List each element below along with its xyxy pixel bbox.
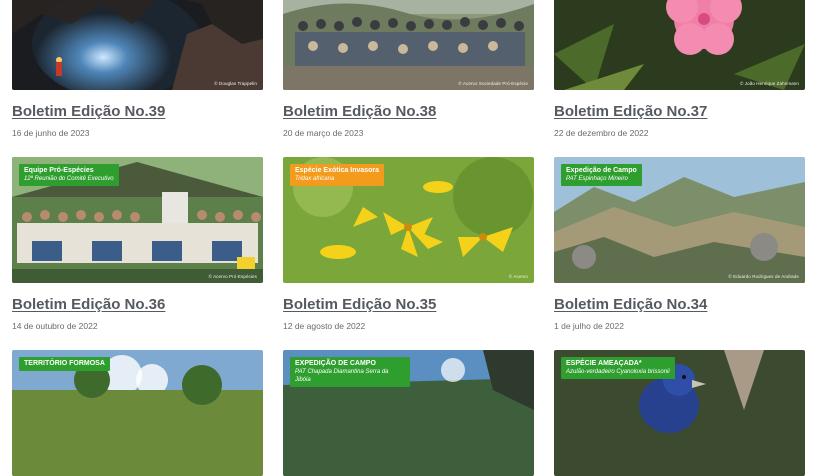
post-thumbnail-territory[interactable]: TERRITÓRIO FORMOSA <box>12 350 263 476</box>
image-badge: Espécie Exótica Invasora Tridax africana <box>290 164 385 186</box>
post-thumbnail-blue-bird[interactable]: ESPÉCIE AMEAÇADA* Azulão-verdadeiro Cyan… <box>554 350 805 476</box>
post-thumbnail-mountain-landscape[interactable]: Expedição de Campo PAT Espinhaço Mineiro… <box>554 157 805 283</box>
post-title[interactable]: Boletim Edição No.38 <box>283 103 436 120</box>
image-badge-subtitle: Azulão-verdadeiro Cyanoloxia brissonii <box>566 369 670 375</box>
post-date: 1 de julho de 2022 <box>554 321 624 331</box>
post-title[interactable]: Boletim Edição No.37 <box>554 103 707 120</box>
post-thumbnail-team-photo[interactable]: Equipe Pró-Espécies 12ª Reunião do Comit… <box>12 157 263 283</box>
image-credit: © Acervo <box>508 274 528 279</box>
post-date: 22 de dezembro de 2022 <box>554 128 649 138</box>
post-thumbnail-pink-flower[interactable]: © João Henrique Zahnmann <box>554 0 805 90</box>
image-badge-title: ESPÉCIE AMEAÇADA* <box>566 360 642 367</box>
post-title[interactable]: Boletim Edição No.36 <box>12 296 165 313</box>
post-thumbnail-field-expedition[interactable]: EXPEDIÇÃO DE CAMPO PAT Chapada Diamantin… <box>283 350 534 476</box>
image-badge: Equipe Pró-Espécies 12ª Reunião do Comit… <box>19 164 119 186</box>
image-badge-title: EXPEDIÇÃO DE CAMPO <box>295 360 376 367</box>
image-badge: ESPÉCIE AMEAÇADA* Azulão-verdadeiro Cyan… <box>561 357 675 379</box>
post-title[interactable]: Boletim Edição No.34 <box>554 296 707 313</box>
post-date: 20 de março de 2023 <box>283 128 364 138</box>
image-badge-subtitle: PAT Espinhaço Mineiro <box>566 176 628 182</box>
image-badge: Expedição de Campo PAT Espinhaço Mineiro <box>561 164 642 186</box>
blog-post-grid: © Douglas Trappelin Boletim Edição No.39… <box>0 0 820 476</box>
image-badge: EXPEDIÇÃO DE CAMPO PAT Chapada Diamantin… <box>290 357 410 387</box>
image-credit: © Eduardo Rodrigues de Andrade <box>728 274 799 279</box>
image-badge-title: Equipe Pró-Espécies <box>24 167 94 174</box>
post-title[interactable]: Boletim Edição No.35 <box>283 296 436 313</box>
post-thumbnail-cave[interactable]: © Douglas Trappelin <box>12 0 263 90</box>
image-credit: © João Henrique Zahnmann <box>740 81 799 86</box>
post-thumbnail-group-photo[interactable]: © Acervo Sociedade Pró-Espécie <box>283 0 534 90</box>
post-title[interactable]: Boletim Edição No.39 <box>12 103 165 120</box>
image-badge-title: Espécie Exótica Invasora <box>295 167 380 174</box>
post-thumbnail-yellow-flowers[interactable]: Espécie Exótica Invasora Tridax africana… <box>283 157 534 283</box>
image-badge-title: TERRITÓRIO FORMOSA <box>24 360 105 367</box>
image-badge-subtitle: PAT Chapada Diamantina Serra da Jibóia <box>295 369 389 383</box>
image-badge-subtitle: Tridax africana <box>295 176 335 182</box>
post-date: 16 de junho de 2023 <box>12 128 90 138</box>
post-date: 12 de agosto de 2022 <box>283 321 366 331</box>
image-badge-title: Expedição de Campo <box>566 167 637 174</box>
image-credit: © Acervo Sociedade Pró-Espécie <box>458 81 528 86</box>
image-badge-subtitle: 12ª Reunião do Comitê Executivo <box>24 176 114 182</box>
post-date: 14 de outubro de 2022 <box>12 321 98 331</box>
image-credit: © Douglas Trappelin <box>214 81 257 86</box>
image-badge: TERRITÓRIO FORMOSA <box>19 357 110 371</box>
image-credit: © Acervo Pró-Espécies <box>208 274 257 279</box>
